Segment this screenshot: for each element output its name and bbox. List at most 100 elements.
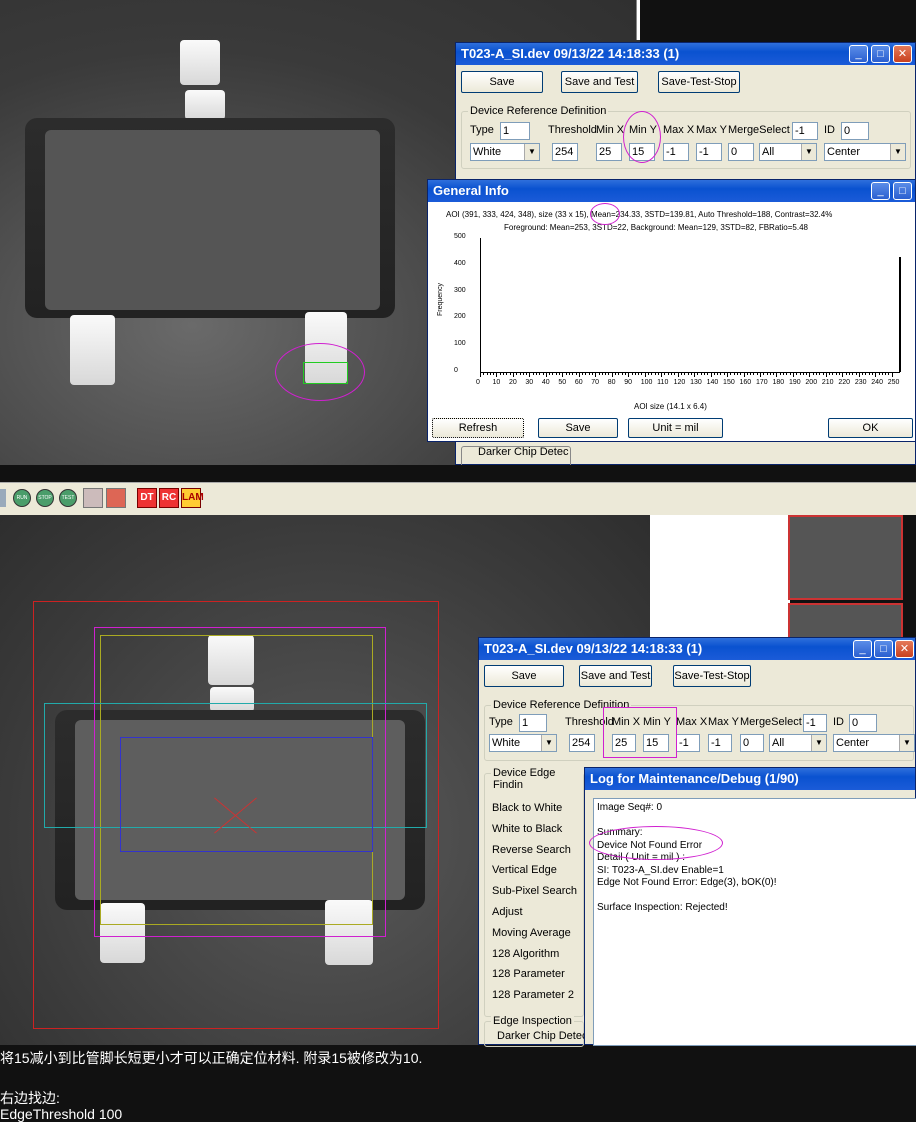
id-input[interactable]: 0 (841, 122, 869, 140)
x-tick (891, 372, 893, 377)
type-input[interactable]: 1 (500, 122, 530, 140)
x-tick (848, 372, 850, 375)
x-tick (766, 372, 768, 375)
edge-option-9[interactable]: 128 Parameter 2 (492, 989, 574, 1001)
color-select[interactable]: White ▼ (470, 143, 540, 161)
edge-option-5[interactable]: Adjust (492, 906, 523, 918)
thumbnail-1[interactable] (788, 515, 903, 600)
center-select[interactable]: Center ▼ (833, 734, 915, 752)
x-tick (743, 372, 745, 377)
x-tick (565, 372, 567, 375)
x-tick (592, 372, 593, 375)
close-icon[interactable]: ✕ (893, 45, 912, 63)
x-tick (549, 372, 551, 375)
minx-input[interactable]: 25 (596, 143, 622, 161)
x-tick (878, 372, 880, 375)
export-icon[interactable] (106, 488, 126, 508)
x-tick-label: 60 (574, 379, 583, 386)
x-tick (480, 372, 481, 377)
window-title: T023-A_SI.dev 09/13/22 14:18:33 (1) (479, 638, 915, 660)
maximize-icon[interactable]: □ (874, 640, 893, 658)
save-and-test-button[interactable]: Save and Test (561, 71, 638, 93)
x-tick-label: 230 (854, 379, 867, 386)
maximize-icon[interactable]: □ (893, 182, 912, 200)
save-test-stop-button[interactable]: Save-Test-Stop (673, 665, 751, 687)
center-select[interactable]: Center ▼ (824, 143, 906, 161)
save-and-test-button[interactable]: Save and Test (579, 665, 652, 687)
x-tick (690, 372, 692, 375)
save-button[interactable]: Save (461, 71, 543, 93)
maxx-input[interactable]: -1 (676, 734, 700, 752)
lam-button[interactable]: LAM (181, 488, 204, 508)
chevron-down-icon[interactable]: ▼ (899, 735, 914, 751)
chevron-down-icon[interactable]: ▼ (524, 144, 539, 160)
maxx-input[interactable]: -1 (663, 143, 689, 161)
mergeselect-label: MergeSelect (740, 716, 802, 728)
chevron-down-icon[interactable]: ▼ (811, 735, 826, 751)
test-icon[interactable]: TEST (59, 489, 77, 507)
x-tick (720, 372, 722, 375)
edge-option-6[interactable]: Moving Average (492, 927, 571, 939)
x-tick (598, 372, 600, 375)
minimize-icon[interactable]: _ (871, 182, 890, 200)
edge-option-4[interactable]: Sub-Pixel Search (492, 885, 577, 897)
x-tick (730, 372, 732, 375)
refresh-button[interactable]: Refresh (432, 418, 524, 438)
x-tick (769, 372, 771, 375)
edge-option-2[interactable]: Reverse Search (492, 844, 571, 856)
y-tick-label: 500 (454, 233, 466, 240)
minimize-icon[interactable]: _ (853, 640, 872, 658)
edge-option-0[interactable]: Black to White (492, 802, 562, 814)
stop-icon[interactable]: STOP (36, 489, 54, 507)
maxy-input[interactable]: -1 (696, 143, 722, 161)
chevron-down-icon[interactable]: ▼ (801, 144, 816, 160)
unit-button[interactable]: Unit = mil (628, 418, 723, 438)
x-tick (839, 372, 841, 375)
edge-option-7[interactable]: 128 Algorithm (492, 948, 559, 960)
all-select[interactable]: All ▼ (759, 143, 817, 161)
x-tick-label: 190 (788, 379, 801, 386)
merge-input[interactable]: -1 (803, 714, 827, 732)
ok-button[interactable]: OK (828, 418, 913, 438)
x-tick (545, 372, 547, 377)
minimize-icon[interactable]: _ (849, 45, 868, 63)
rc-button[interactable]: RC (159, 488, 179, 508)
tool-icon[interactable] (83, 488, 103, 508)
all-select[interactable]: All ▼ (769, 734, 827, 752)
x-tick (868, 372, 870, 375)
x-tick-label: 220 (838, 379, 851, 386)
save-test-stop-button[interactable]: Save-Test-Stop (658, 71, 740, 93)
maxy-label: Max Y (708, 716, 739, 728)
maximize-icon[interactable]: □ (871, 45, 890, 63)
x-tick (835, 372, 837, 375)
threshold-input[interactable]: 254 (552, 143, 578, 161)
x-tick (621, 372, 623, 375)
save-button[interactable]: Save (538, 418, 618, 438)
edge-option-8[interactable]: 128 Parameter (492, 968, 565, 980)
id-input[interactable]: 0 (849, 714, 877, 732)
type-input[interactable]: 1 (519, 714, 547, 732)
x-tick (667, 372, 669, 375)
edge-option-3[interactable]: Vertical Edge (492, 864, 557, 876)
chevron-down-icon[interactable]: ▼ (541, 735, 556, 751)
merge-sel-input[interactable]: 0 (728, 143, 754, 161)
run-icon[interactable]: RUN (13, 489, 31, 507)
x-tick (671, 372, 673, 375)
merge-sel-input[interactable]: 0 (740, 734, 764, 752)
x-tick (575, 372, 577, 375)
dt-button[interactable]: DT (137, 488, 157, 508)
x-tick-label: 70 (591, 379, 600, 386)
chevron-down-icon[interactable]: ▼ (890, 144, 905, 160)
x-tick (717, 372, 719, 375)
close-icon[interactable]: ✕ (895, 640, 914, 658)
x-tick-label: 170 (756, 379, 768, 386)
save-button[interactable]: Save (484, 665, 564, 687)
edge-option-1[interactable]: White to Black (492, 823, 562, 835)
x-tick-label: 140 (706, 379, 719, 386)
merge-input[interactable]: -1 (792, 122, 818, 140)
color-select[interactable]: White ▼ (489, 734, 557, 752)
x-tick (499, 372, 501, 375)
maxy-input[interactable]: -1 (708, 734, 732, 752)
threshold-input[interactable]: 254 (569, 734, 595, 752)
x-tick (657, 372, 659, 375)
